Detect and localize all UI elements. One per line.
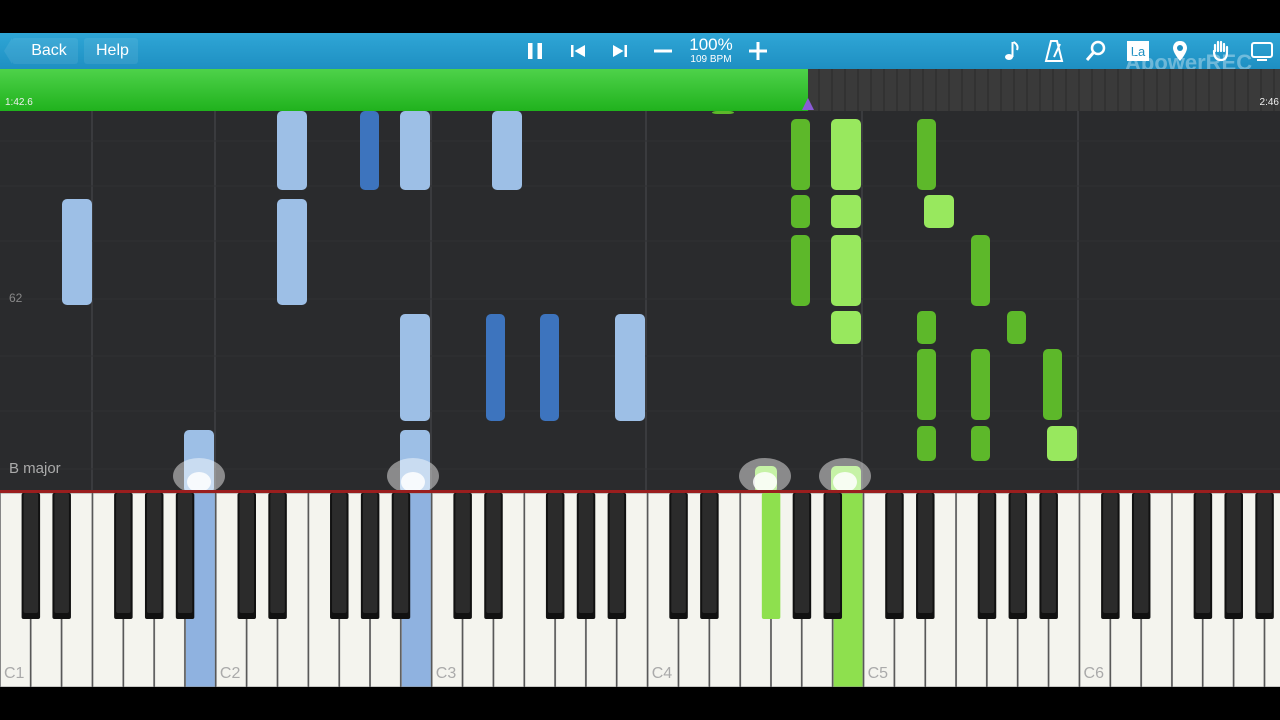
note-block [1043,349,1062,420]
black-key [761,493,781,619]
back-button[interactable]: Back [4,38,78,64]
black-key-highlight [332,493,347,613]
search-icon[interactable] [1084,39,1108,63]
note-block [360,111,379,190]
note-block [400,314,430,421]
note-block [917,119,936,190]
black-key-highlight [1133,493,1149,613]
note-block [492,111,522,190]
skip-forward-icon[interactable] [608,39,632,63]
tempo-display: 100% 109 BPM [684,35,738,66]
black-key-highlight [702,493,717,613]
black-key-highlight [1010,493,1026,613]
black-key-highlight [455,493,470,613]
octave-label: C4 [652,665,673,682]
note-block [62,199,92,305]
black-key-highlight [177,493,193,613]
tempo-percent: 100% [689,35,733,54]
note-block [831,311,861,344]
black-key-highlight [1103,493,1118,613]
tempo-bpm: 109 BPM [690,54,732,65]
metronome-icon[interactable] [1042,39,1066,63]
black-key-highlight [270,493,285,613]
black-key-highlight [547,493,563,613]
note-block [971,426,990,461]
note-hit-glow-core [401,472,425,492]
piano-roll [0,111,1280,493]
note-block [831,195,861,228]
black-key-highlight [609,493,625,613]
black-key-highlight [362,493,378,613]
top-black-bar [0,0,1280,33]
note-block [791,235,810,306]
black-key-highlight [887,493,902,613]
progress-fill [0,69,808,111]
black-key-highlight [671,493,686,613]
black-key-highlight [1257,493,1272,613]
black-key-highlight [23,493,39,613]
minus-icon[interactable] [651,39,675,63]
black-key-highlight [54,493,69,613]
keyboard-keys: C1 C2 C3 C4 C5 C6 [0,492,1280,688]
playhead-marker-icon[interactable] [802,98,814,110]
note-block [1007,311,1026,344]
note-block [540,314,559,421]
screen-cast-icon[interactable] [1250,39,1274,63]
note-number-label: 62 [9,291,23,305]
note-block [917,349,936,420]
note-block [831,119,861,190]
note-block [831,235,861,306]
black-key-highlight [794,493,810,613]
note-block [486,314,505,421]
octave-label: C5 [868,665,889,682]
black-key-highlight [1041,493,1056,613]
note-block [1047,426,1077,461]
note-block [615,314,645,421]
note-block [712,111,734,114]
toolbar: Back Help 100% 109 BPM La [0,33,1280,69]
black-key-highlight [393,493,409,613]
music-note-icon[interactable] [1000,39,1024,63]
progress-bar[interactable] [0,69,1280,111]
black-key-highlight [239,493,254,613]
black-key-highlight [146,493,162,613]
note-block [971,235,990,306]
note-block [400,111,430,190]
note-hit-glow-core [187,472,211,492]
plus-icon[interactable] [746,39,770,63]
total-time: 2:46 [1259,97,1279,108]
note-block [277,111,307,190]
note-block [917,426,936,461]
black-key-highlight [578,493,594,613]
note-block [791,195,810,228]
note-block [791,119,810,190]
current-time: 1:42.6 [5,97,33,108]
black-key-highlight [1195,493,1211,613]
note-block [917,311,936,344]
octave-label: C2 [220,665,241,682]
octave-label: C6 [1084,665,1105,682]
black-key-highlight [825,493,841,613]
pause-icon[interactable] [523,39,547,63]
note-block [971,349,990,420]
black-key-highlight [486,493,501,613]
black-key-highlight [1226,493,1241,613]
note-canvas [0,111,1280,493]
help-button[interactable]: Help [84,38,138,64]
note-block [924,195,954,228]
black-key-highlight [918,493,933,613]
skip-back-icon[interactable] [566,39,590,63]
key-signature-label: B major [9,460,61,477]
note-hit-glow-core [833,472,857,492]
black-key-highlight [116,493,131,613]
piano-keyboard[interactable]: C1 C2 C3 C4 C5 C6 [0,492,1280,688]
black-key-highlight [979,493,995,613]
note-hit-glow-core [753,472,777,492]
octave-label: C1 [4,665,25,682]
bottom-black-bar [0,687,1280,720]
octave-label: C3 [436,665,457,682]
note-block [277,199,307,305]
